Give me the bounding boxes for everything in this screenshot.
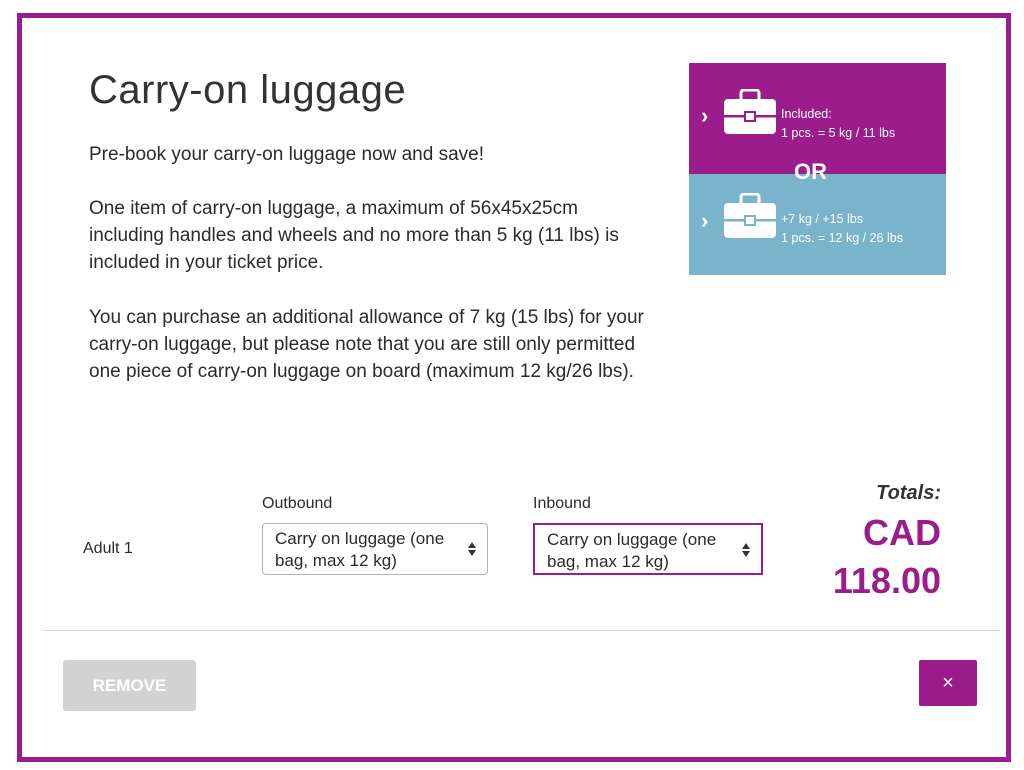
page-title: Carry-on luggage (89, 68, 407, 112)
close-button[interactable]: × (919, 660, 977, 706)
included-weight: 1 pcs. = 5 kg / 11 lbs (781, 126, 896, 140)
extra-weight: +7 kg / +15 lbs (781, 212, 864, 226)
remove-button[interactable]: REMOVE (63, 660, 196, 711)
chevron-right-icon: › (701, 208, 709, 233)
included-label: Included: (781, 107, 832, 121)
chevron-right-icon: › (701, 103, 709, 128)
additional-allowance-description: You can purchase an additional allowance… (89, 307, 644, 382)
extra-total-weight: 1 pcs. = 12 kg / 26 lbs (781, 231, 903, 245)
extra-option-panel: › +7 kg / +15 lbs 1 pcs. = 12 kg / 26 lb… (689, 174, 946, 275)
outbound-label: Outbound (262, 495, 333, 512)
included-option-panel: › Included: 1 pcs. = 5 kg / 11 lbs (689, 63, 946, 174)
select-arrows-icon (742, 543, 750, 557)
inbound-label: Inbound (533, 495, 591, 512)
passenger-label: Adult 1 (83, 540, 133, 557)
luggage-promo-graphic: › Included: 1 pcs. = 5 kg / 11 lbs › +7 (689, 63, 946, 275)
intro-text: Pre-book your carry-on luggage now and s… (89, 144, 485, 165)
outbound-luggage-select[interactable]: Carry on luggage (one bag, max 12 kg) (262, 523, 488, 575)
inbound-selected-value: Carry on luggage (one bag, max 12 kg) (547, 530, 717, 571)
totals-currency: CAD (863, 512, 941, 553)
extra-option-text: +7 kg / +15 lbs 1 pcs. = 12 kg / 26 lbs (781, 210, 903, 248)
select-arrows-icon (468, 542, 476, 556)
allowance-description: One item of carry-on luggage, a maximum … (89, 198, 619, 273)
suitcase-icon (724, 89, 776, 134)
modal-frame: Carry-on luggage Pre-book your carry-on … (17, 13, 1011, 762)
included-option-text: Included: 1 pcs. = 5 kg / 11 lbs (781, 105, 895, 143)
close-icon: × (942, 672, 954, 694)
inbound-luggage-select[interactable]: Carry on luggage (one bag, max 12 kg) (533, 523, 763, 575)
totals-label: Totals: (876, 482, 941, 504)
totals-amount: 118.00 (832, 560, 941, 601)
or-label: OR (794, 159, 827, 184)
outbound-selected-value: Carry on luggage (one bag, max 12 kg) (275, 529, 445, 570)
divider (42, 630, 1000, 631)
suitcase-icon (724, 193, 776, 238)
